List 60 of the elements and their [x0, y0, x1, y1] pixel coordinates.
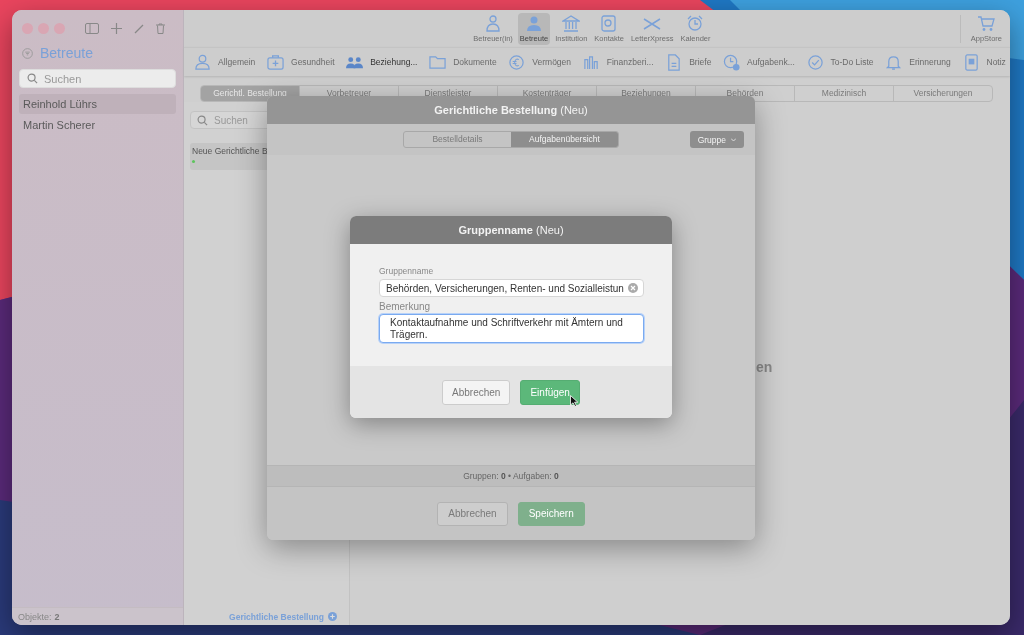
module-tab[interactable]: Erinnerung [885, 53, 951, 71]
field-label: Bemerkung [379, 301, 432, 312]
search-field[interactable]: Suchen [19, 69, 176, 88]
module-tab[interactable]: Aufgabenk... [723, 53, 795, 71]
bar-chart-icon [582, 53, 600, 71]
objects-label: Objekte: [18, 611, 52, 622]
cancel-button[interactable]: Abbrechen [442, 379, 511, 405]
medical-case-icon [267, 53, 284, 71]
module-tab[interactable]: To-Do Liste [806, 53, 874, 71]
sidebar-item[interactable]: Martin Scherer [19, 115, 176, 135]
module-tab[interactable]: Allgemein [194, 53, 256, 71]
cancel-button[interactable]: Abbrechen [437, 501, 508, 526]
document-icon [665, 53, 683, 71]
add-icon[interactable] [111, 23, 122, 34]
module-tab[interactable]: Dokumente [429, 53, 497, 71]
confirm-button[interactable]: Einfügen [520, 379, 580, 405]
clear-icon[interactable] [627, 283, 638, 293]
confirm-button[interactable]: Speichern [517, 501, 585, 526]
bell-icon [885, 53, 903, 71]
search-icon [197, 114, 208, 126]
segment-tab[interactable]: Bestelldetails [404, 132, 511, 147]
module-tab[interactable]: Gesundheit [267, 53, 335, 71]
add-icon [328, 612, 337, 621]
sheet-title: Gerichtliche Bestellung (Neu) [267, 96, 755, 124]
search-icon [27, 73, 38, 84]
segment-tab[interactable]: Aufgabenübersicht [511, 132, 618, 147]
module-tab[interactable]: Finanzberi... [582, 53, 654, 71]
module-tab[interactable]: Notiz [962, 53, 1006, 71]
objects-count: 2 [54, 611, 60, 622]
group-dropdown[interactable]: Gruppe [689, 131, 744, 148]
notepad-icon [962, 53, 980, 71]
record-tab[interactable]: Medizinisch [794, 86, 893, 101]
module-tab[interactable]: Beziehung... [346, 53, 418, 71]
module-tab[interactable]: Briefe [665, 53, 712, 71]
folder-icon [429, 53, 447, 71]
pointer-icon [570, 395, 578, 407]
clock-check-icon [723, 53, 741, 71]
text-field[interactable]: Behörden, Versicherungen, Renten- und Sozialleistun [379, 279, 644, 297]
dialog-title: Gruppenname (Neu) [350, 216, 672, 244]
sidebar-item[interactable]: Reinhold Lührs [19, 94, 176, 114]
alarm-clock-icon [686, 14, 705, 32]
record-tab[interactable]: Versicherungen [893, 86, 992, 101]
module-tab[interactable]: Vermögen [508, 53, 572, 71]
comment-field[interactable]: Kontaktaufnahme und Schriftverkehr mit Ämtern und Trägern. [379, 314, 644, 343]
check-circle-icon [806, 53, 824, 71]
person-icon [525, 14, 543, 32]
cart-icon [977, 14, 996, 32]
empty-state-text: en [756, 359, 773, 375]
euro-icon [508, 53, 526, 71]
sidebar-toggle-icon[interactable] [85, 23, 99, 34]
person-icon [194, 53, 211, 71]
trash-icon[interactable] [156, 23, 165, 34]
pencil-icon[interactable] [134, 23, 144, 34]
summary-text: Gruppen: 0 • Aufgaben: 0 [267, 465, 755, 487]
sidebar-title: Betreute [40, 45, 93, 61]
item-title: Neue Gerichtliche B [192, 146, 269, 156]
chevron-down-icon [731, 137, 736, 142]
field-label: Gruppenname [379, 266, 435, 276]
filter-icon[interactable] [22, 47, 33, 59]
bank-icon [562, 14, 581, 32]
